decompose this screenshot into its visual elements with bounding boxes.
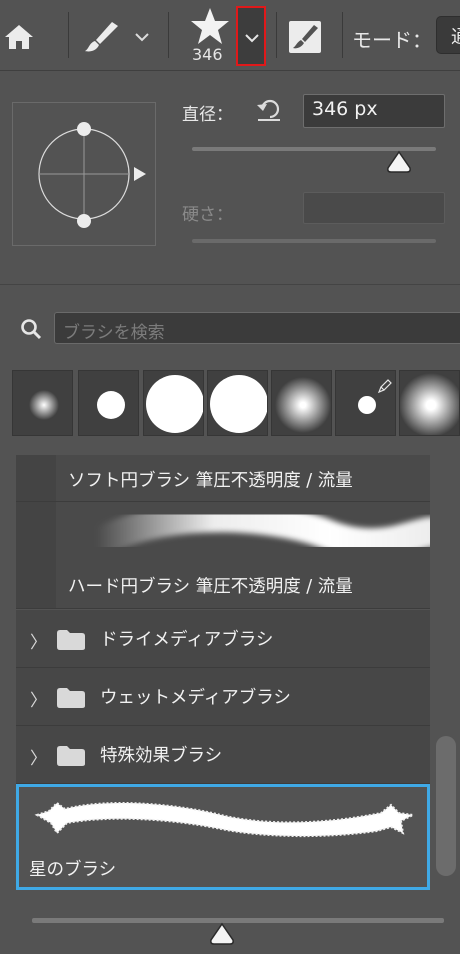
brush-tool-icon[interactable] (82, 20, 122, 58)
brush-angle-roundness-widget[interactable] (12, 102, 156, 246)
brush-preset-list: ソフト円ブラシ 筆圧不透明度 / 流量 ハード円ブラシ 筆圧不透明度 / 流量 … (16, 455, 432, 893)
thumbnail-hard-round-small[interactable] (78, 370, 139, 436)
thumbnail-soft-round-large[interactable] (399, 370, 460, 436)
chevron-right-icon: 〉 (30, 749, 47, 769)
chevron-down-icon[interactable] (134, 28, 150, 47)
hard-round-stroke-preview (86, 506, 430, 559)
group-dry-media[interactable]: 〉 ドライメディアブラシ (16, 610, 430, 668)
list-scrollbar-thumb[interactable] (436, 736, 456, 876)
chevron-right-icon: 〉 (30, 691, 47, 711)
home-icon[interactable] (2, 24, 36, 54)
size-label: 直径： (182, 105, 233, 125)
list-item-hard-round[interactable]: ハード円ブラシ 筆圧不透明度 / 流量 (16, 502, 430, 609)
thumbnail-soft-round-small[interactable] (12, 370, 73, 436)
size-input[interactable]: 346 px (303, 94, 445, 128)
hardness-label: 硬さ： (182, 205, 233, 225)
brush-settings-panel-icon[interactable] (288, 20, 322, 58)
folder-icon (57, 688, 85, 708)
size-slider-handle[interactable] (386, 150, 412, 178)
group-label: ドライメディアブラシ (100, 630, 274, 650)
mode-label: モード： (352, 28, 432, 52)
divider (0, 284, 460, 285)
thumbnail-size-slider-handle[interactable] (209, 922, 235, 950)
thumbnail-pressure-round[interactable] (335, 370, 396, 436)
thumbnail-hard-round-large[interactable] (143, 370, 204, 436)
folder-icon (57, 746, 85, 766)
star-stroke-preview (34, 801, 417, 838)
options-toolbar: 346 モード： 通 (0, 0, 460, 71)
recent-brushes-strip (12, 370, 460, 438)
search-icon (20, 318, 42, 344)
group-label: 特殊効果ブラシ (100, 746, 223, 766)
thumbnail-size-slider-track[interactable] (32, 918, 444, 923)
group-wet-media[interactable]: 〉 ウェットメディアブラシ (16, 668, 430, 726)
group-special-effects[interactable]: 〉 特殊効果ブラシ (16, 726, 430, 784)
thumbnail-soft-round-medium[interactable] (271, 370, 332, 436)
group-label: ウェットメディアブラシ (100, 688, 291, 708)
list-item-star-brush[interactable]: 星のブラシ (16, 784, 430, 890)
search-input[interactable]: ブラシを検索 (54, 312, 460, 344)
reset-size-icon[interactable] (256, 96, 284, 126)
preset-size-label: 346 (192, 45, 223, 64)
hardness-slider-track[interactable] (192, 239, 436, 243)
list-item-soft-round[interactable]: ソフト円ブラシ 筆圧不透明度 / 流量 (16, 455, 430, 502)
hardness-input[interactable] (303, 192, 445, 224)
hard-round-label: ハード円ブラシ 筆圧不透明度 / 流量 (68, 577, 353, 597)
folder-icon (57, 630, 85, 650)
star-brush-label: 星のブラシ (29, 860, 117, 880)
brush-preset-picker[interactable] (188, 6, 232, 50)
thumbnail-hard-round-large-2[interactable] (207, 370, 268, 436)
preset-dropdown-button[interactable] (236, 6, 266, 66)
mode-select[interactable]: 通 (436, 16, 460, 54)
chevron-down-icon (245, 34, 259, 43)
soft-round-label: ソフト円ブラシ 筆圧不透明度 / 流量 (68, 471, 353, 491)
chevron-right-icon: 〉 (30, 633, 47, 653)
